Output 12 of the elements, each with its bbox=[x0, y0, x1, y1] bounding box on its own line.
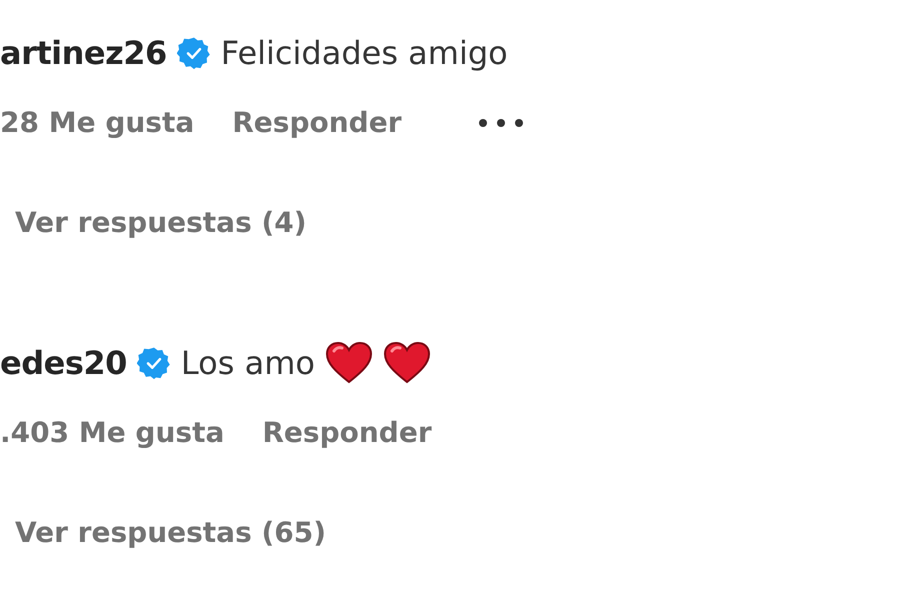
comment-text: Felicidades amigo bbox=[220, 33, 508, 74]
heart-icon bbox=[324, 341, 373, 385]
username[interactable]: artinez26 bbox=[0, 29, 167, 77]
reply-button[interactable]: Responder bbox=[232, 102, 402, 144]
view-replies-link[interactable]: Ver respuestas (65) bbox=[15, 512, 326, 554]
likes-count[interactable]: .403 Me gusta bbox=[0, 412, 224, 454]
heart-icon bbox=[382, 341, 431, 385]
comment-text: Los amo bbox=[180, 343, 315, 384]
likes-count[interactable]: 28 Me gusta bbox=[0, 102, 194, 144]
reply-button[interactable]: Responder bbox=[262, 412, 432, 454]
view-replies-link[interactable]: Ver respuestas (4) bbox=[15, 202, 307, 244]
username[interactable]: edes20 bbox=[0, 339, 127, 387]
